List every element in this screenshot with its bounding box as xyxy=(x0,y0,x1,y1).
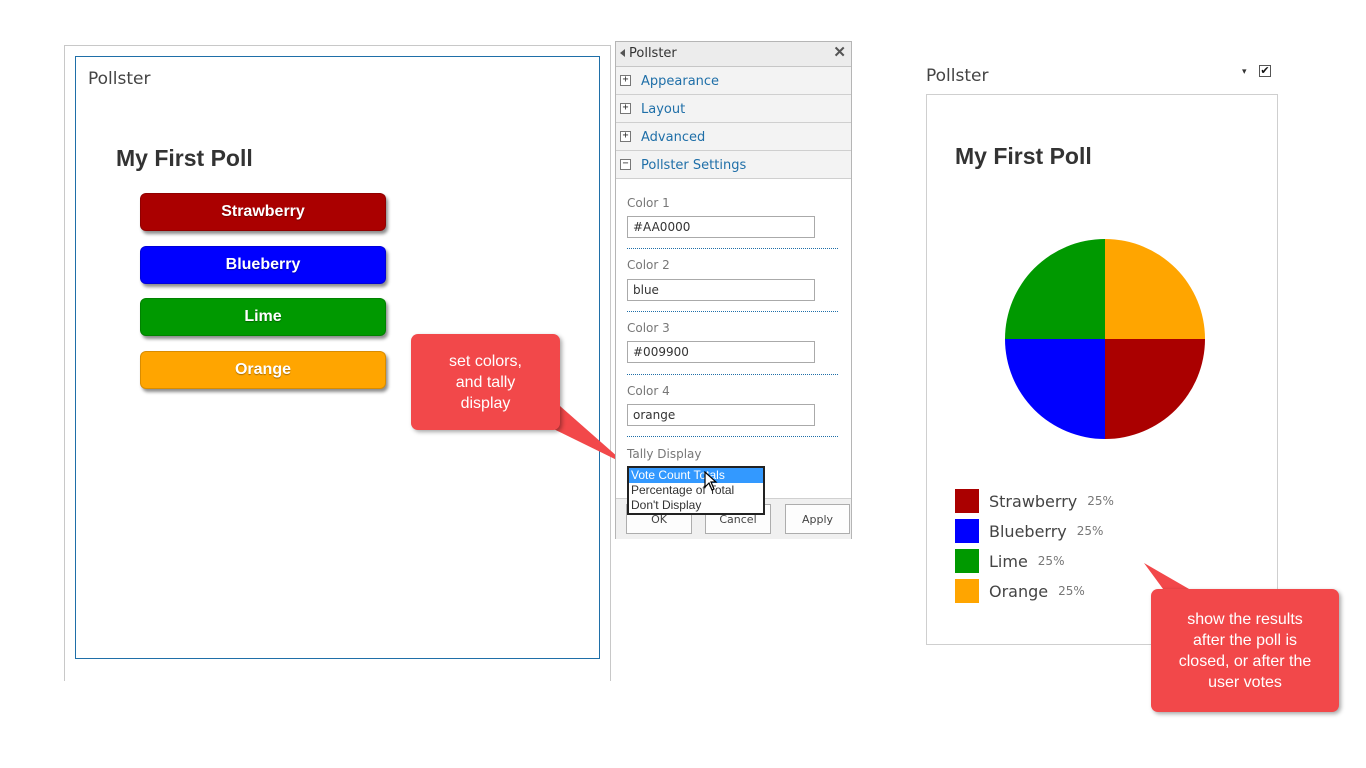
results-poll-title: My First Poll xyxy=(955,143,1092,169)
right-webpart-title: Pollster xyxy=(926,66,989,86)
color1-input[interactable]: #AA0000 xyxy=(627,216,815,238)
legend-label: Orange xyxy=(989,581,1049,601)
tally-display-dropdown[interactable]: Vote Count Totals Percentage of Total Do… xyxy=(627,466,765,515)
divider xyxy=(627,248,838,249)
legend-item-orange: Orange 25% xyxy=(955,579,1085,603)
color2-input[interactable]: blue xyxy=(627,279,815,301)
webpart-checkbox[interactable]: ✔ xyxy=(1259,65,1271,77)
callout-right-text: show the results after the poll is close… xyxy=(1178,610,1312,691)
callout-set-colors: set colors, and tally display xyxy=(411,334,560,430)
tool-pane-header: Pollster ✕ xyxy=(616,42,851,67)
divider xyxy=(627,311,838,312)
section-appearance[interactable]: + Appearance xyxy=(616,67,851,95)
apply-button[interactable]: Apply xyxy=(785,504,850,534)
legend-item-blueberry: Blueberry 25% xyxy=(955,519,1103,543)
section-pollster-settings-label: Pollster Settings xyxy=(641,158,747,173)
tally-display-label: Tally Display xyxy=(627,447,702,461)
tool-pane: Pollster ✕ + Appearance + Layout + Advan… xyxy=(615,41,852,539)
tally-option-dont-display[interactable]: Don't Display xyxy=(629,498,763,513)
left-poll-title: My First Poll xyxy=(116,145,253,171)
vote-button-lime[interactable]: Lime xyxy=(140,298,386,336)
section-advanced[interactable]: + Advanced xyxy=(616,123,851,151)
pie-slice-blueberry xyxy=(1005,339,1105,439)
vote-button-blueberry[interactable]: Blueberry xyxy=(140,246,386,284)
divider xyxy=(627,374,838,375)
legend-percent: 25% xyxy=(1076,524,1104,538)
legend-percent: 25% xyxy=(1058,584,1085,598)
vote-button-strawberry[interactable]: Strawberry xyxy=(140,193,386,231)
callout-left-text: set colors, and tally display xyxy=(449,352,522,412)
legend-swatch xyxy=(955,519,979,543)
section-advanced-label: Advanced xyxy=(641,130,706,145)
collapse-arrow-icon[interactable] xyxy=(620,49,625,57)
color3-label: Color 3 xyxy=(627,321,670,335)
callout-show-results: show the results after the poll is close… xyxy=(1151,589,1339,712)
tally-option-percentage[interactable]: Percentage of Total xyxy=(629,483,763,498)
pie-slice-lime xyxy=(1005,239,1105,339)
color4-label: Color 4 xyxy=(627,384,670,398)
color1-label: Color 1 xyxy=(627,196,670,210)
section-layout-label: Layout xyxy=(641,102,686,117)
section-appearance-label: Appearance xyxy=(641,74,720,89)
vote-button-orange[interactable]: Orange xyxy=(140,351,386,389)
close-icon[interactable]: ✕ xyxy=(833,43,846,61)
pie-slice-strawberry xyxy=(1105,339,1205,439)
tool-pane-title: Pollster xyxy=(629,46,677,61)
legend-percent: 25% xyxy=(1037,554,1065,568)
legend-item-strawberry: Strawberry 25% xyxy=(955,489,1114,513)
legend-item-lime: Lime 25% xyxy=(955,549,1064,573)
legend-swatch xyxy=(955,579,979,603)
color2-label: Color 2 xyxy=(627,258,670,272)
expand-plus-icon[interactable]: + xyxy=(620,75,631,86)
color3-input[interactable]: #009900 xyxy=(627,341,815,363)
section-pollster-settings[interactable]: − Pollster Settings xyxy=(616,151,851,179)
color4-input[interactable]: orange xyxy=(627,404,815,426)
section-layout[interactable]: + Layout xyxy=(616,95,851,123)
expand-plus-icon[interactable]: + xyxy=(620,103,631,114)
legend-label: Lime xyxy=(989,551,1028,571)
legend-swatch xyxy=(955,489,979,513)
tally-option-vote-count[interactable]: Vote Count Totals xyxy=(629,468,763,483)
expand-plus-icon[interactable]: + xyxy=(620,131,631,142)
divider xyxy=(627,436,838,437)
left-webpart-title: Pollster xyxy=(88,69,151,89)
collapse-minus-icon[interactable]: − xyxy=(620,159,631,170)
legend-label: Blueberry xyxy=(989,521,1067,541)
webpart-menu-icon[interactable]: ▾ xyxy=(1242,66,1247,77)
pie-slice-orange xyxy=(1105,239,1205,339)
mouse-pointer-icon xyxy=(704,471,718,491)
results-pie-chart xyxy=(1005,239,1205,439)
legend-label: Strawberry xyxy=(989,491,1078,511)
legend-percent: 25% xyxy=(1087,494,1114,508)
legend-swatch xyxy=(955,549,979,573)
